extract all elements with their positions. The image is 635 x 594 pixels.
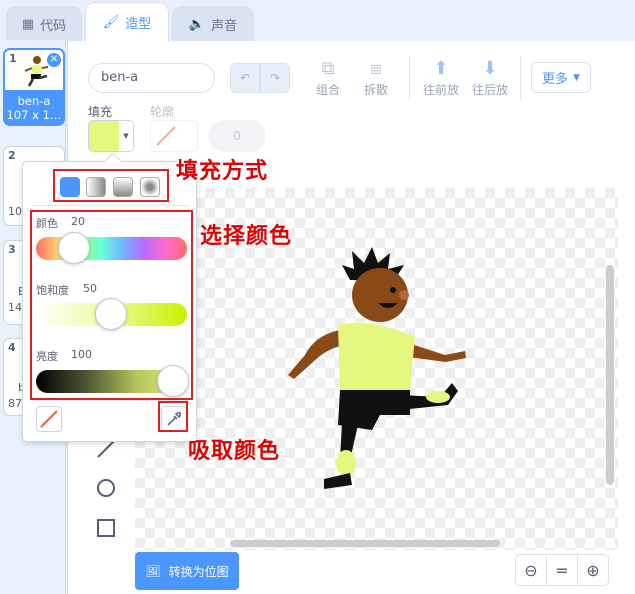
- backward-button[interactable]: ⬇ 往后放: [464, 55, 516, 98]
- tab-costumes[interactable]: 🖌 造型: [85, 2, 169, 42]
- costume-name-label: ben-a: [17, 94, 51, 108]
- costume-size-label: 107 x 1…: [6, 108, 62, 122]
- forward-label: 往前放: [422, 83, 459, 97]
- group-icon: ⧉: [321, 57, 335, 79]
- toolbar-divider: [520, 56, 521, 100]
- costume-item-1[interactable]: 1 ✕ ben-a 107 x 1…: [3, 48, 65, 126]
- tab-sounds[interactable]: 🔈 声音: [172, 6, 254, 42]
- arrow-up-icon: ⬆: [433, 57, 449, 79]
- highlight-eyedropper: [158, 401, 188, 432]
- convert-to-bitmap-button[interactable]: 🖼 转换为位图: [135, 552, 239, 590]
- vertical-scrollbar[interactable]: [606, 265, 614, 485]
- zoom-in-icon: ⊕: [586, 560, 600, 580]
- undo-icon: ↶: [239, 71, 251, 85]
- outline-width-input[interactable]: 0: [208, 120, 266, 152]
- zoom-out-icon: ⊖: [524, 560, 538, 580]
- costume-number: 3: [8, 243, 16, 256]
- annotation-pick-color: 选择颜色: [200, 224, 293, 249]
- outline-color-picker[interactable]: [150, 120, 198, 152]
- fill-label: 填充: [88, 105, 113, 119]
- convert-label: 转换为位图: [168, 564, 229, 579]
- highlight-fill-mode: [53, 169, 169, 202]
- arrow-down-icon: ⬇: [482, 57, 498, 79]
- costume-number: 4: [8, 341, 16, 354]
- tab-code-label: 代码: [40, 19, 67, 34]
- annotation-eyedropper: 吸取颜色: [188, 439, 281, 464]
- redo-button[interactable]: ↷: [260, 63, 290, 93]
- rectangle-tool-icon[interactable]: [95, 517, 117, 539]
- horizontal-scrollbar[interactable]: [230, 540, 500, 547]
- chevron-down-icon: ▼: [573, 72, 580, 83]
- tab-code[interactable]: ▦ 代码: [6, 6, 82, 42]
- costume-number: 1: [9, 52, 17, 65]
- chevron-down-icon: ▼: [119, 121, 133, 151]
- backward-label: 往后放: [471, 83, 508, 97]
- more-label: 更多: [542, 72, 569, 87]
- delete-costume-button[interactable]: ✕: [47, 53, 61, 67]
- zoom-reset-button[interactable]: =: [546, 554, 578, 586]
- costume-size-label: 14: [8, 301, 22, 314]
- highlight-color-sliders: [30, 210, 193, 400]
- circle-tool-icon[interactable]: [95, 477, 117, 499]
- popup-divider: [31, 205, 190, 206]
- costume-size-label: 10: [8, 205, 22, 218]
- sprite-character[interactable]: [280, 245, 470, 490]
- brush-icon: 🖌: [102, 15, 120, 30]
- fill-color-swatch: [89, 121, 119, 151]
- costume-name-input[interactable]: ben-a: [88, 63, 215, 93]
- speaker-icon: 🔈: [188, 17, 206, 32]
- code-icon: ▦: [21, 17, 35, 32]
- group-label: 组合: [315, 83, 340, 97]
- no-color-icon: [40, 410, 58, 428]
- costume-number: 2: [8, 149, 16, 162]
- zoom-out-button[interactable]: ⊖: [515, 554, 547, 586]
- ungroup-label: 拆散: [363, 83, 388, 97]
- image-icon: 🖼: [145, 564, 161, 578]
- tab-costumes-label: 造型: [125, 17, 152, 32]
- forward-button[interactable]: ⬆ 往前放: [415, 55, 467, 98]
- no-color-button[interactable]: [36, 406, 62, 432]
- tab-sounds-label: 声音: [211, 19, 238, 34]
- zoom-in-button[interactable]: ⊕: [577, 554, 609, 586]
- no-color-icon: [156, 126, 176, 146]
- fill-color-picker[interactable]: ▼: [88, 120, 134, 152]
- annotation-fill-mode: 填充方式: [176, 159, 269, 184]
- ungroup-icon: ⧈: [370, 57, 382, 79]
- undo-button[interactable]: ↶: [230, 63, 260, 93]
- zoom-reset-label: =: [555, 560, 569, 580]
- outline-label: 轮廓: [150, 105, 175, 119]
- ungroup-button[interactable]: ⧈ 拆散: [350, 55, 402, 98]
- costume-size-label: 87: [8, 397, 22, 410]
- redo-icon: ↷: [269, 71, 281, 85]
- toolbar-divider: [409, 56, 410, 100]
- group-button[interactable]: ⧉ 组合: [302, 55, 354, 98]
- more-button[interactable]: 更多 ▼: [531, 62, 591, 93]
